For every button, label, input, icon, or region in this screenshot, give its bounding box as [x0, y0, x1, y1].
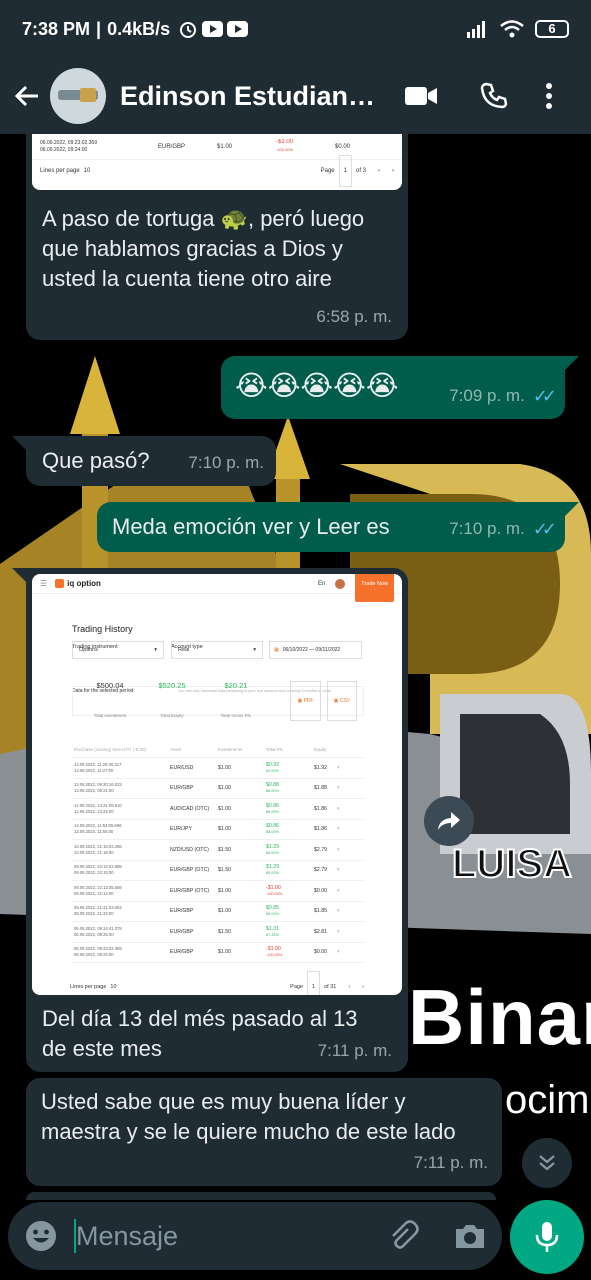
stat-value: $20.21: [224, 681, 248, 690]
chevron-down-icon[interactable]: ▾: [337, 929, 340, 935]
chat-header: Edinson Estudiant…: [0, 58, 591, 134]
trading-table: Purchase (closing) time UTC (-5:00) Asse…: [72, 742, 364, 963]
chevron-down-icon[interactable]: ▾: [337, 765, 340, 771]
menu-icon[interactable]: ☰: [40, 574, 47, 599]
message-text: Usted sabe que es muy buena líder y maes…: [41, 1089, 456, 1144]
contact-name[interactable]: Edinson Estudiant…: [120, 81, 382, 112]
more-vertical-icon[interactable]: [544, 82, 554, 110]
message-text: 😭😭😭😭😭: [235, 370, 399, 401]
bubble-tail: [565, 356, 579, 370]
chevron-down-icon[interactable]: ▾: [337, 806, 340, 812]
message-bubble[interactable]: ☰ iq option En Trade Now Trading History…: [26, 568, 408, 1072]
message-time: 7:09 p. m.: [449, 386, 525, 405]
message-time: 7:11 p. m.: [413, 1153, 488, 1172]
message-time: 7:10 p. m.: [449, 519, 525, 538]
read-ticks-icon: ✓✓: [532, 386, 557, 406]
signal-icon: [467, 21, 485, 38]
chevron-down-icon[interactable]: ▾: [337, 888, 340, 894]
battery-icon: 6: [535, 20, 569, 38]
csv-button[interactable]: ▣ CSV: [326, 681, 357, 721]
camera-icon[interactable]: [454, 1222, 486, 1250]
status-time: 7:38 PM: [22, 18, 91, 39]
stat-value: $520.25: [158, 681, 186, 690]
chevron-down-icon[interactable]: ▾: [337, 908, 340, 914]
trading-instrument-select[interactable]: Options ▾: [72, 641, 164, 659]
trading-history-screenshot[interactable]: ☰ iq option En Trade Now Trading History…: [32, 574, 402, 995]
back-arrow-icon[interactable]: [12, 81, 42, 111]
read-ticks-icon: ✓✓: [532, 519, 557, 539]
message-time: 7:10 p. m.: [188, 453, 264, 472]
chevron-down-icon[interactable]: ▾: [337, 785, 340, 791]
stat-value: $500.04: [96, 681, 124, 690]
chevron-down-icon: ▾: [154, 647, 157, 653]
chevron-down-icon[interactable]: ▾: [337, 847, 340, 853]
emoji-icon[interactable]: [24, 1219, 58, 1253]
youtube-icon: [202, 21, 224, 37]
message-bubble[interactable]: Usted sabe que es muy buena líder y maes…: [26, 1078, 502, 1186]
user-avatar[interactable]: [335, 578, 346, 589]
bubble-tail: [12, 568, 26, 582]
avatar[interactable]: [50, 68, 106, 124]
wallpaper-text: LUISA: [451, 841, 573, 887]
battery-level: 6: [548, 21, 556, 36]
table-footer: Lines per page 10 Page 1 of 3 ‹ ›: [32, 154, 402, 187]
chevron-down-icon: ▾: [253, 647, 256, 653]
trade-now-button[interactable]: Trade Now: [355, 574, 394, 602]
message-input[interactable]: Mensaje: [8, 1202, 502, 1270]
wallpaper-text: Binar: [408, 973, 591, 1061]
stats-card: $500.04 Total investment $520.25 Total Equ…: [72, 681, 364, 721]
attach-icon[interactable]: [386, 1219, 420, 1253]
wallpaper-text: ocimi: [505, 1078, 591, 1122]
chevron-down-icon[interactable]: ▾: [337, 826, 340, 832]
forward-icon: [438, 812, 460, 830]
next-bubble-edge: [26, 1192, 496, 1200]
message-bubble[interactable]: 06.09.2022, 09:23:02.369 06.09.2022, 09:2…: [26, 134, 408, 340]
alarm-icon: [180, 22, 197, 38]
prev-page-icon[interactable]: ‹: [348, 972, 350, 995]
message-text: Que pasó?: [42, 448, 150, 473]
iq-topbar: ☰ iq option En Trade Now: [32, 574, 402, 602]
message-text: Meda emoción ver y Leer es: [112, 514, 390, 539]
table-footer: Lines per page 10 Page 1 of 31 ‹ ›: [62, 971, 372, 995]
message-bubble[interactable]: Meda emoción ver y Leer es 7:10 p. m. ✓✓: [97, 502, 565, 552]
message-placeholder: Mensaje: [76, 1220, 179, 1251]
date-range-picker[interactable]: ▦ 06/10/2022 — 09/11/2022: [269, 641, 362, 659]
message-bubble[interactable]: 😭😭😭😭😭 7:09 p. m. ✓✓: [221, 356, 565, 419]
iq-logo-icon: [55, 579, 65, 588]
youtube-icon: [227, 21, 249, 37]
lang-selector[interactable]: En: [318, 574, 325, 599]
status-bar: 7:38 PM | 0.4kB/s 6: [0, 0, 591, 58]
table-row[interactable]: 06.09.2022, 09:23:02.369 06.09.2022, 09:2…: [72, 943, 364, 963]
double-chevron-down-icon: [539, 1155, 555, 1171]
forward-button[interactable]: [424, 796, 474, 846]
network-speed: 0.4kB/s: [107, 18, 171, 39]
bubble-tail: [12, 436, 26, 450]
next-page-icon[interactable]: ›: [362, 972, 364, 995]
message-time: 6:58 p. m.: [316, 307, 392, 326]
brand-name: iq option: [67, 578, 101, 588]
bubble-tail: [565, 502, 579, 516]
trading-history-screenshot[interactable]: 06.09.2022, 09:23:02.369 06.09.2022, 09:2…: [32, 134, 402, 190]
chevron-down-icon[interactable]: ▾: [337, 867, 340, 873]
calendar-icon: ▦: [274, 647, 279, 653]
table-body: 13.09.2022, 11:26:30.317 13.09.2022, 11:2…: [72, 758, 364, 963]
pdf-button[interactable]: ▣ PDF: [290, 681, 321, 721]
message-bubble[interactable]: Que pasó? 7:10 p. m.: [26, 436, 276, 486]
mic-button[interactable]: [510, 1200, 584, 1274]
account-type-select[interactable]: Real ▾: [171, 641, 263, 659]
mic-icon: [535, 1222, 559, 1252]
video-call-icon[interactable]: [404, 84, 438, 108]
voice-call-icon[interactable]: [480, 82, 508, 110]
wifi-icon: [500, 20, 524, 38]
chevron-down-icon[interactable]: ▾: [337, 949, 340, 955]
scroll-to-bottom-button[interactable]: [522, 1138, 572, 1188]
prev-page-icon[interactable]: ‹: [378, 156, 380, 186]
message-text: A paso de tortuga 🐢, peró luego que habl…: [42, 206, 365, 291]
message-time: 7:11 p. m.: [317, 1041, 392, 1060]
next-page-icon[interactable]: ›: [392, 156, 394, 186]
